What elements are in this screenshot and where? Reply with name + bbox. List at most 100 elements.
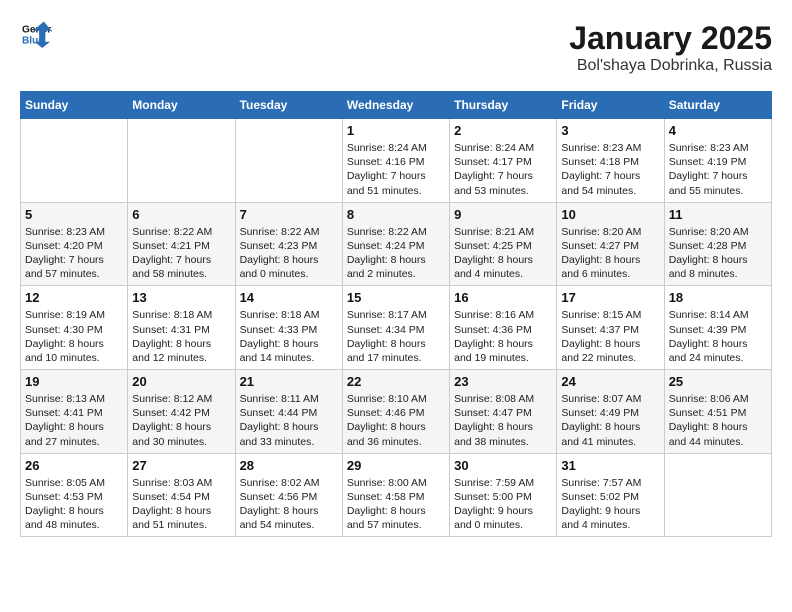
day-number: 24: [561, 374, 659, 389]
day-info: Sunrise: 8:16 AM Sunset: 4:36 PM Dayligh…: [454, 308, 552, 365]
weekday-header-row: SundayMondayTuesdayWednesdayThursdayFrid…: [21, 92, 772, 119]
day-number: 6: [132, 207, 230, 222]
calendar-cell: 11Sunrise: 8:20 AM Sunset: 4:28 PM Dayli…: [664, 202, 771, 286]
calendar-cell: 9Sunrise: 8:21 AM Sunset: 4:25 PM Daylig…: [450, 202, 557, 286]
calendar-cell: 3 Sunrise: 8:23 AM Sunset: 4:18 PM Daylig…: [557, 119, 664, 203]
day-number: 22: [347, 374, 445, 389]
day-number: 27: [132, 458, 230, 473]
day-info: Sunrise: 8:07 AM Sunset: 4:49 PM Dayligh…: [561, 392, 659, 449]
calendar-cell: 15 Sunrise: 8:17 AM Sunset: 4:34 PM Dayli…: [342, 286, 449, 370]
weekday-header-saturday: Saturday: [664, 92, 771, 119]
weekday-header-tuesday: Tuesday: [235, 92, 342, 119]
logo-icon: General Blue: [20, 20, 52, 48]
logo: General Blue: [20, 20, 52, 48]
calendar-cell: [664, 453, 771, 537]
day-info: Sunrise: 8:11 AM Sunset: 4:44 PM Dayligh…: [240, 392, 338, 449]
day-number: 2: [454, 123, 552, 138]
calendar-cell: 5 Sunrise: 8:23 AM Sunset: 4:20 PM Daylig…: [21, 202, 128, 286]
weekday-header-wednesday: Wednesday: [342, 92, 449, 119]
day-number: 30: [454, 458, 552, 473]
day-info: Sunrise: 7:57 AM Sunset: 5:02 PM Dayligh…: [561, 476, 659, 533]
day-number: 17: [561, 290, 659, 305]
calendar-cell: 20 Sunrise: 8:12 AM Sunset: 4:42 PM Dayli…: [128, 370, 235, 454]
day-number: 12: [25, 290, 123, 305]
month-title: January 2025: [569, 20, 772, 57]
calendar-cell: 4 Sunrise: 8:23 AM Sunset: 4:19 PM Daylig…: [664, 119, 771, 203]
day-number: 25: [669, 374, 767, 389]
weekday-header-monday: Monday: [128, 92, 235, 119]
calendar-cell: 27 Sunrise: 8:03 AM Sunset: 4:54 PM Dayli…: [128, 453, 235, 537]
day-number: 8: [347, 207, 445, 222]
day-number: 10: [561, 207, 659, 222]
day-info: Sunrise: 8:19 AM Sunset: 4:30 PM Dayligh…: [25, 308, 123, 365]
day-info: Sunrise: 8:10 AM Sunset: 4:46 PM Dayligh…: [347, 392, 445, 449]
calendar-cell: 2 Sunrise: 8:24 AM Sunset: 4:17 PM Daylig…: [450, 119, 557, 203]
day-number: 4: [669, 123, 767, 138]
calendar-cell: 13Sunrise: 8:18 AM Sunset: 4:31 PM Dayli…: [128, 286, 235, 370]
calendar-cell: 6 Sunrise: 8:22 AM Sunset: 4:21 PM Daylig…: [128, 202, 235, 286]
calendar-cell: 31 Sunrise: 7:57 AM Sunset: 5:02 PM Dayli…: [557, 453, 664, 537]
day-info: Sunrise: 8:22 AM Sunset: 4:23 PM Dayligh…: [240, 225, 338, 282]
day-info: Sunrise: 8:23 AM Sunset: 4:20 PM Dayligh…: [25, 225, 123, 282]
calendar-cell: 25 Sunrise: 8:06 AM Sunset: 4:51 PM Dayli…: [664, 370, 771, 454]
calendar-cell: 8 Sunrise: 8:22 AM Sunset: 4:24 PM Daylig…: [342, 202, 449, 286]
day-info: Sunrise: 8:08 AM Sunset: 4:47 PM Dayligh…: [454, 392, 552, 449]
calendar-week-row: 1 Sunrise: 8:24 AM Sunset: 4:16 PM Daylig…: [21, 119, 772, 203]
day-info: Sunrise: 8:23 AM Sunset: 4:19 PM Dayligh…: [669, 141, 767, 198]
calendar-cell: [235, 119, 342, 203]
calendar-week-row: 26Sunrise: 8:05 AM Sunset: 4:53 PM Dayli…: [21, 453, 772, 537]
day-info: Sunrise: 8:06 AM Sunset: 4:51 PM Dayligh…: [669, 392, 767, 449]
day-number: 18: [669, 290, 767, 305]
location-title: Bol'shaya Dobrinka, Russia: [569, 57, 772, 75]
calendar-cell: 29 Sunrise: 8:00 AM Sunset: 4:58 PM Dayli…: [342, 453, 449, 537]
day-info: Sunrise: 8:12 AM Sunset: 4:42 PM Dayligh…: [132, 392, 230, 449]
day-info: Sunrise: 8:22 AM Sunset: 4:24 PM Dayligh…: [347, 225, 445, 282]
calendar-cell: 12 Sunrise: 8:19 AM Sunset: 4:30 PM Dayli…: [21, 286, 128, 370]
day-info: Sunrise: 8:15 AM Sunset: 4:37 PM Dayligh…: [561, 308, 659, 365]
day-info: Sunrise: 7:59 AM Sunset: 5:00 PM Dayligh…: [454, 476, 552, 533]
day-info: Sunrise: 8:00 AM Sunset: 4:58 PM Dayligh…: [347, 476, 445, 533]
day-number: 15: [347, 290, 445, 305]
weekday-header-sunday: Sunday: [21, 92, 128, 119]
day-number: 14: [240, 290, 338, 305]
calendar-cell: 14 Sunrise: 8:18 AM Sunset: 4:33 PM Dayli…: [235, 286, 342, 370]
day-info: Sunrise: 8:18 AM Sunset: 4:31 PM Dayligh…: [132, 308, 230, 365]
day-number: 3: [561, 123, 659, 138]
day-info: Sunrise: 8:13 AM Sunset: 4:41 PM Dayligh…: [25, 392, 123, 449]
day-number: 31: [561, 458, 659, 473]
day-info: Sunrise: 8:24 AM Sunset: 4:17 PM Dayligh…: [454, 141, 552, 198]
calendar-table: SundayMondayTuesdayWednesdayThursdayFrid…: [20, 91, 772, 537]
day-number: 21: [240, 374, 338, 389]
calendar-cell: 23 Sunrise: 8:08 AM Sunset: 4:47 PM Dayli…: [450, 370, 557, 454]
day-info: Sunrise: 8:20 AM Sunset: 4:28 PM Dayligh…: [669, 225, 767, 282]
day-number: 23: [454, 374, 552, 389]
day-info: Sunrise: 8:24 AM Sunset: 4:16 PM Dayligh…: [347, 141, 445, 198]
day-info: Sunrise: 8:21 AM Sunset: 4:25 PM Dayligh…: [454, 225, 552, 282]
day-info: Sunrise: 8:14 AM Sunset: 4:39 PM Dayligh…: [669, 308, 767, 365]
calendar-cell: 22 Sunrise: 8:10 AM Sunset: 4:46 PM Dayli…: [342, 370, 449, 454]
day-info: Sunrise: 8:05 AM Sunset: 4:53 PM Dayligh…: [25, 476, 123, 533]
title-block: January 2025 Bol'shaya Dobrinka, Russia: [569, 20, 772, 75]
day-number: 28: [240, 458, 338, 473]
day-number: 1: [347, 123, 445, 138]
day-number: 20: [132, 374, 230, 389]
day-number: 29: [347, 458, 445, 473]
calendar-week-row: 5 Sunrise: 8:23 AM Sunset: 4:20 PM Daylig…: [21, 202, 772, 286]
day-info: Sunrise: 8:22 AM Sunset: 4:21 PM Dayligh…: [132, 225, 230, 282]
day-info: Sunrise: 8:18 AM Sunset: 4:33 PM Dayligh…: [240, 308, 338, 365]
day-info: Sunrise: 8:20 AM Sunset: 4:27 PM Dayligh…: [561, 225, 659, 282]
calendar-cell: 18 Sunrise: 8:14 AM Sunset: 4:39 PM Dayli…: [664, 286, 771, 370]
day-info: Sunrise: 8:03 AM Sunset: 4:54 PM Dayligh…: [132, 476, 230, 533]
day-number: 7: [240, 207, 338, 222]
calendar-cell: 26Sunrise: 8:05 AM Sunset: 4:53 PM Dayli…: [21, 453, 128, 537]
calendar-cell: [21, 119, 128, 203]
day-info: Sunrise: 8:23 AM Sunset: 4:18 PM Dayligh…: [561, 141, 659, 198]
day-info: Sunrise: 8:17 AM Sunset: 4:34 PM Dayligh…: [347, 308, 445, 365]
day-number: 16: [454, 290, 552, 305]
weekday-header-thursday: Thursday: [450, 92, 557, 119]
calendar-cell: 21 Sunrise: 8:11 AM Sunset: 4:44 PM Dayli…: [235, 370, 342, 454]
day-number: 5: [25, 207, 123, 222]
calendar-cell: 30 Sunrise: 7:59 AM Sunset: 5:00 PM Dayli…: [450, 453, 557, 537]
page-header: General Blue January 2025 Bol'shaya Dobr…: [20, 20, 772, 75]
day-number: 19: [25, 374, 123, 389]
